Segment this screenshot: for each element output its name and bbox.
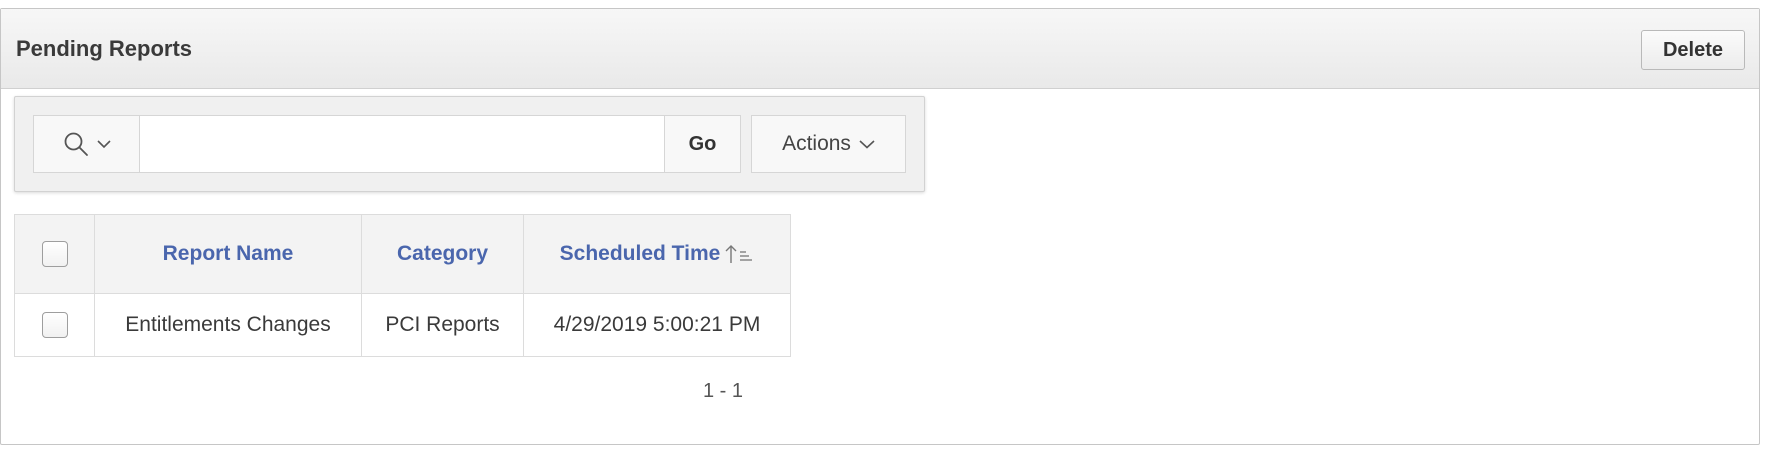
chevron-down-icon bbox=[96, 140, 111, 149]
actions-menu-button[interactable]: Actions bbox=[751, 115, 906, 173]
region-title: Pending Reports bbox=[16, 36, 193, 61]
select-all-header bbox=[14, 214, 95, 294]
column-header-category[interactable]: Category bbox=[361, 214, 524, 294]
report-name-cell: Entitlements Changes bbox=[94, 293, 362, 357]
column-header-report-name[interactable]: Report Name bbox=[94, 214, 362, 294]
sort-ascending-icon bbox=[725, 245, 753, 264]
region-header: Pending Reports Delete bbox=[1, 9, 1759, 89]
row-select-cell bbox=[14, 293, 95, 357]
scheduled-time-cell: 4/29/2019 5:00:21 PM bbox=[523, 293, 791, 357]
column-header-label: Scheduled Time bbox=[559, 242, 721, 265]
select-all-checkbox[interactable] bbox=[41, 241, 68, 267]
category-cell: PCI Reports bbox=[361, 293, 524, 357]
column-header-scheduled-time[interactable]: Scheduled Time bbox=[523, 214, 791, 294]
search-icon bbox=[64, 132, 88, 156]
row-checkbox[interactable] bbox=[41, 312, 68, 338]
delete-button[interactable]: Delete bbox=[1641, 30, 1745, 70]
go-button[interactable]: Go bbox=[664, 116, 740, 172]
table-row: Entitlements Changes PCI Reports 4/29/20… bbox=[14, 293, 791, 357]
column-header-label: Report Name bbox=[162, 242, 294, 265]
pending-reports-table: Report Name Category Scheduled Time Enti bbox=[14, 214, 791, 357]
search-bar: Go bbox=[33, 115, 741, 173]
pagination-range: 1 - 1 bbox=[703, 380, 744, 402]
search-column-selector[interactable] bbox=[34, 116, 140, 172]
table-header-row: Report Name Category Scheduled Time bbox=[14, 214, 791, 294]
column-header-label: Category bbox=[396, 242, 489, 265]
search-input[interactable] bbox=[140, 116, 664, 172]
actions-label: Actions bbox=[782, 132, 851, 155]
chevron-down-icon bbox=[859, 140, 875, 149]
search-toolbar: Go Actions bbox=[14, 96, 925, 192]
